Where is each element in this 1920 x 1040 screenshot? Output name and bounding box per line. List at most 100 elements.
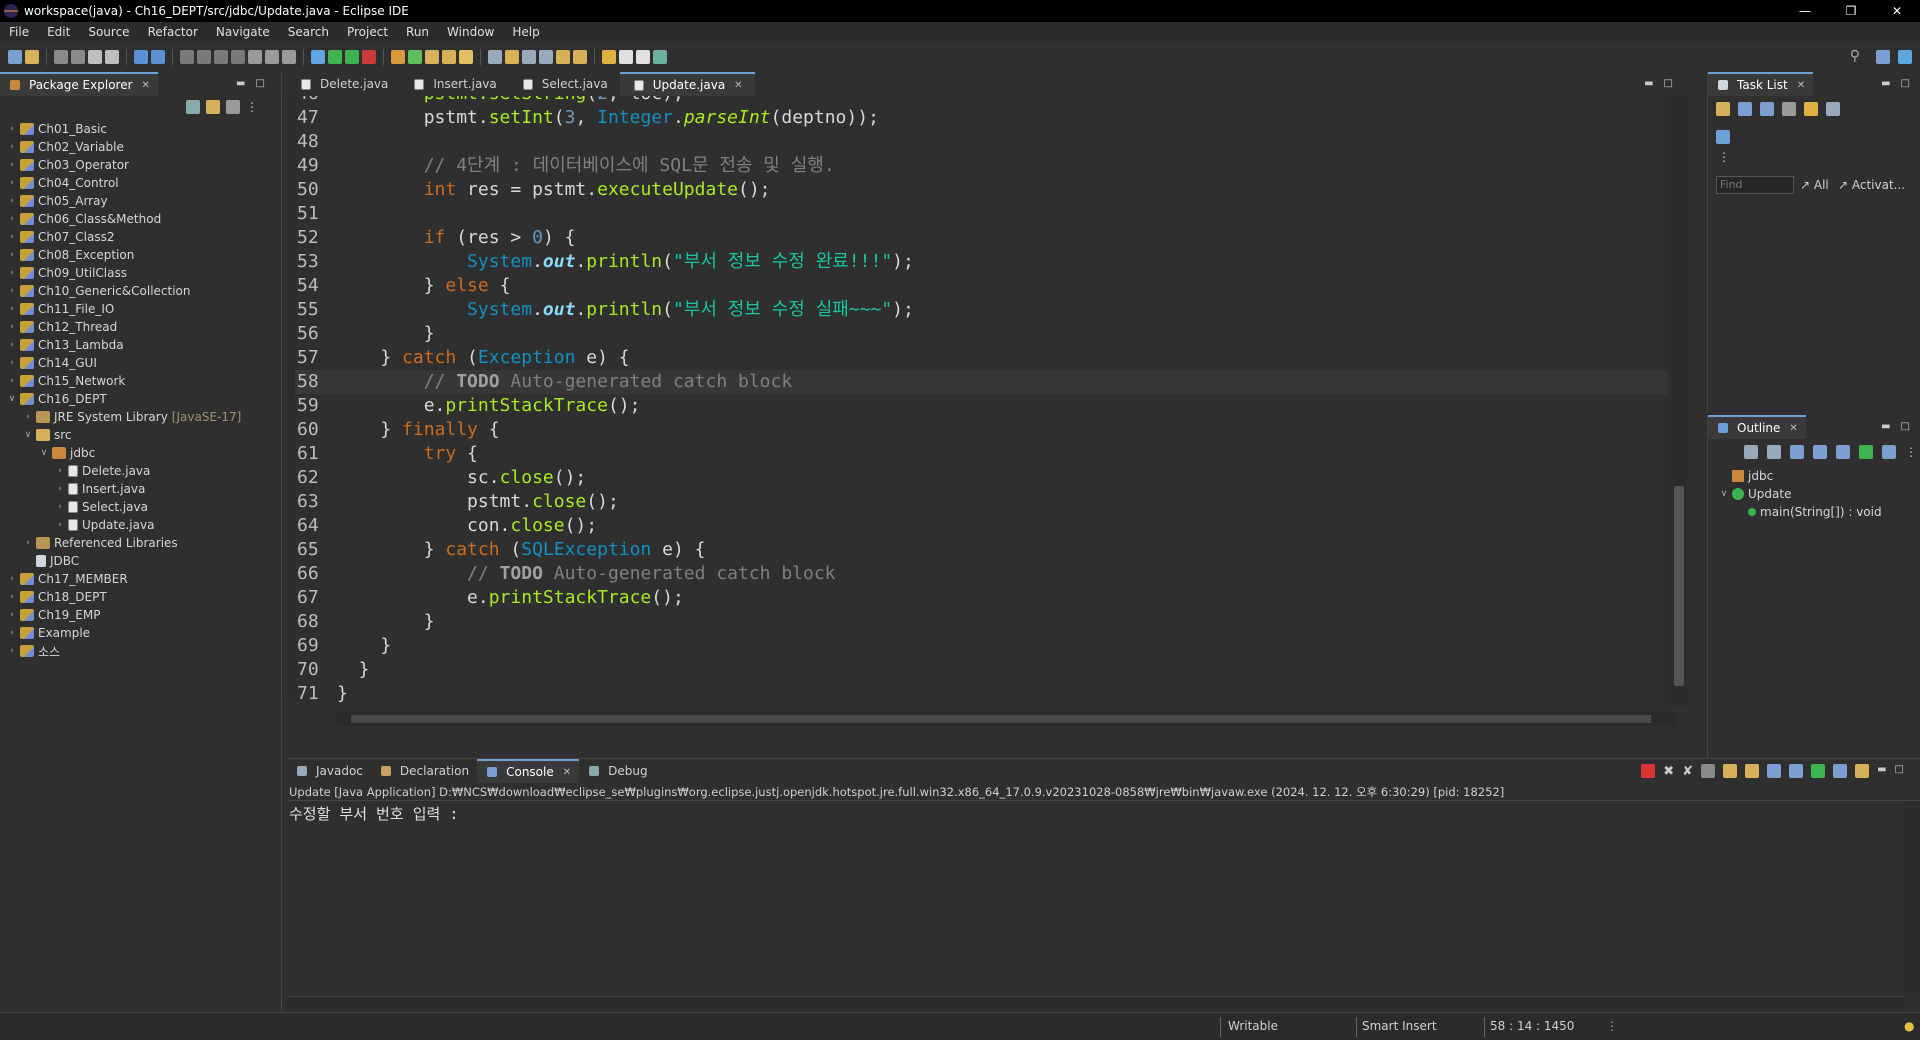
editor-tab-update[interactable]: Update.java ✕ xyxy=(619,72,755,96)
tree-item[interactable]: › Update.java xyxy=(0,516,280,534)
close-icon[interactable]: ✕ xyxy=(563,767,571,778)
code-line[interactable]: 48 xyxy=(287,130,1667,154)
tree-item[interactable]: › Insert.java xyxy=(0,480,280,498)
editor-horizontal-scrollbar[interactable] xyxy=(337,712,1677,726)
tree-item[interactable]: › Ch05_Array xyxy=(0,192,280,210)
editor-vertical-scrollbar[interactable] xyxy=(1671,96,1687,706)
back-icon[interactable] xyxy=(602,50,616,64)
activate-link[interactable]: ↗ Activat... xyxy=(1838,178,1905,192)
code-line[interactable]: 70 } xyxy=(287,658,1667,682)
chevron-right-icon[interactable]: › xyxy=(54,502,66,512)
run-icon[interactable] xyxy=(328,50,342,64)
categorized-icon[interactable] xyxy=(1738,102,1752,116)
nav-forward-icon[interactable] xyxy=(636,50,650,64)
display-console-icon[interactable] xyxy=(1833,764,1848,778)
new-icon[interactable] xyxy=(8,50,22,64)
tree-item[interactable]: › Ch01_Basic xyxy=(0,120,280,138)
tree-item[interactable]: › Ch11_File_IO xyxy=(0,300,280,318)
tree-item[interactable]: › Ch17_MEMBER xyxy=(0,570,280,588)
chevron-right-icon[interactable]: › xyxy=(6,160,18,170)
external-tools-icon[interactable] xyxy=(362,50,376,64)
code-line[interactable]: 50 int res = pstmt.executeUpdate(); xyxy=(287,178,1667,202)
disconnect-icon[interactable] xyxy=(231,50,245,64)
chevron-down-icon[interactable]: ∨ xyxy=(38,448,50,458)
menu-file[interactable]: File xyxy=(0,25,38,39)
step-return-icon[interactable] xyxy=(282,50,296,64)
toggle-mark-icon[interactable] xyxy=(488,50,502,64)
chevron-right-icon[interactable]: › xyxy=(6,268,18,278)
all-link[interactable]: ↗ All xyxy=(1800,178,1829,192)
tree-item[interactable]: › Delete.java xyxy=(0,462,280,480)
collapse-all-icon[interactable] xyxy=(186,100,200,114)
tab-outline[interactable]: Outline ✕ xyxy=(1708,415,1806,439)
code-line[interactable]: 51 xyxy=(287,202,1667,226)
new-java-project-icon[interactable] xyxy=(391,50,405,64)
status-cursor-position[interactable]: 58 : 14 : 1450 xyxy=(1490,1019,1574,1033)
code-line[interactable]: 47 pstmt.setInt(3, Integer.parseInt(dept… xyxy=(287,106,1667,130)
code-line[interactable]: 68 } xyxy=(287,610,1667,634)
open-icon[interactable] xyxy=(25,50,39,64)
chevron-down-icon[interactable]: ∨ xyxy=(22,430,34,440)
close-icon[interactable]: ✕ xyxy=(1789,423,1797,434)
tree-item[interactable]: ∨ src xyxy=(0,426,280,444)
chevron-right-icon[interactable]: › xyxy=(6,214,18,224)
code-area[interactable]: 46 pstmt.setString(2, loc);47 pstmt.setI… xyxy=(287,96,1687,706)
save-icon[interactable] xyxy=(54,50,68,64)
code-line[interactable]: 69 } xyxy=(287,634,1667,658)
show-stdout-icon[interactable] xyxy=(1767,764,1782,778)
menu-search[interactable]: Search xyxy=(279,25,338,39)
tree-item[interactable]: › Ch13_Lambda xyxy=(0,336,280,354)
console-output[interactable]: 수정할 부서 번호 입력 : xyxy=(289,803,458,824)
tree-item[interactable]: › Ch08_Exception xyxy=(0,246,280,264)
chevron-right-icon[interactable]: › xyxy=(6,646,18,656)
minimize-icon[interactable]: ▬ xyxy=(1644,78,1653,89)
highlight-icon[interactable] xyxy=(505,50,519,64)
chevron-right-icon[interactable]: › xyxy=(6,124,18,134)
scroll-thumb[interactable] xyxy=(351,715,1651,723)
editor-tab-select[interactable]: Select.java xyxy=(509,72,620,96)
menu-run[interactable]: Run xyxy=(397,25,438,39)
scroll-lock-icon[interactable] xyxy=(1723,764,1738,778)
chevron-right-icon[interactable]: › xyxy=(6,178,18,188)
focus-icon[interactable] xyxy=(1804,102,1818,116)
hide-nonpublic-icon[interactable] xyxy=(1836,445,1850,459)
tree-item[interactable]: › Ch10_Generic&Collection xyxy=(0,282,280,300)
undo-icon[interactable] xyxy=(88,50,102,64)
maximize-icon[interactable]: □ xyxy=(1901,78,1910,89)
menu-refactor[interactable]: Refactor xyxy=(139,25,207,39)
chevron-right-icon[interactable]: › xyxy=(54,484,66,494)
outline-item[interactable]: ∨ Update xyxy=(1718,485,1882,503)
tree-item[interactable]: › Ch07_Class2 xyxy=(0,228,280,246)
tree-item[interactable]: › JRE System Library [JavaSE-17] xyxy=(0,408,280,426)
coverage-icon[interactable] xyxy=(345,50,359,64)
maximize-icon[interactable]: □ xyxy=(255,78,264,89)
open-task-icon[interactable] xyxy=(442,50,456,64)
code-line[interactable]: 65 } catch (SQLException e) { xyxy=(287,538,1667,562)
chevron-right-icon[interactable]: › xyxy=(6,322,18,332)
menu-source[interactable]: Source xyxy=(79,25,138,39)
tab-javadoc[interactable]: Javadoc xyxy=(287,759,371,783)
close-icon[interactable]: ✕ xyxy=(1797,80,1805,91)
view-menu-icon[interactable]: ⋮ xyxy=(1718,150,1730,164)
chevron-right-icon[interactable]: › xyxy=(6,142,18,152)
code-line[interactable]: 67 e.printStackTrace(); xyxy=(287,586,1667,610)
resume-icon[interactable] xyxy=(180,50,194,64)
code-line[interactable]: 66 // TODO Auto-generated catch block xyxy=(287,562,1667,586)
remove-all-terminated-icon[interactable]: ✘ xyxy=(1682,764,1693,779)
chevron-right-icon[interactable]: › xyxy=(6,574,18,584)
tree-item[interactable]: › Select.java xyxy=(0,498,280,516)
chevron-down-icon[interactable]: ∨ xyxy=(6,394,18,404)
code-line[interactable]: 60 } finally { xyxy=(287,418,1667,442)
console-vertical-scrollbar[interactable] xyxy=(1904,801,1920,991)
code-line[interactable]: 49 // 4단계 : 데이터베이스에 SQL문 전송 및 실행. xyxy=(287,154,1667,178)
tree-item[interactable]: › 소스 xyxy=(0,642,280,660)
code-line[interactable]: 53 System.out.println("부서 정보 수정 완료!!!"); xyxy=(287,250,1667,274)
open-perspective-icon[interactable] xyxy=(1876,50,1890,64)
link-with-editor-icon[interactable] xyxy=(206,100,220,114)
maximize-icon[interactable]: □ xyxy=(1895,764,1904,779)
editor-tab-insert[interactable]: Insert.java xyxy=(400,72,508,96)
code-line[interactable]: 54 } else { xyxy=(287,274,1667,298)
tree-item[interactable]: ∨ jdbc xyxy=(0,444,280,462)
terminate-icon[interactable] xyxy=(1641,764,1656,778)
code-line[interactable]: 55 System.out.println("부서 정보 수정 실패~~~"); xyxy=(287,298,1667,322)
